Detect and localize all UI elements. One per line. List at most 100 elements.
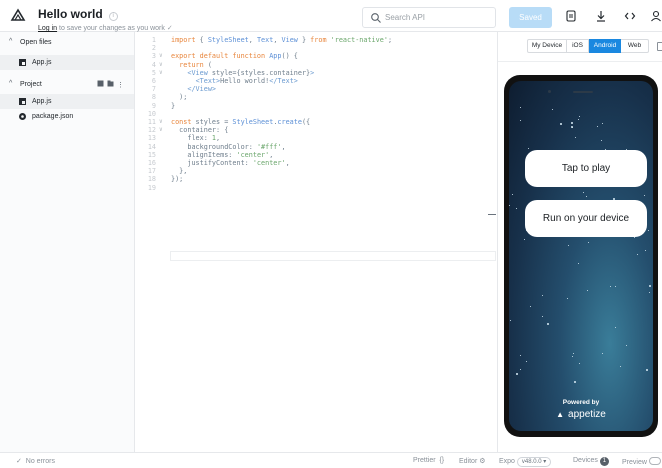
star-decoration — [644, 195, 645, 196]
editor-settings-button[interactable]: Editor ⚙ — [459, 457, 486, 465]
project-title[interactable]: Hello world — [38, 7, 103, 21]
expo-sdk-selector[interactable]: Expo v48.0.0 ▾ — [499, 457, 552, 467]
code-text: alignItems: 'center', — [171, 151, 273, 159]
line-number: 9 — [151, 101, 156, 110]
device-screen[interactable]: Tap to play Run on your device Powered b… — [509, 81, 653, 431]
code-text: backgroundColor: '#fff', — [171, 143, 285, 151]
star-decoration — [579, 116, 580, 117]
line-number: 3 — [151, 52, 156, 61]
file-name: App.js — [32, 98, 52, 105]
star-decoration — [568, 245, 569, 246]
tab-ios[interactable]: iOS — [567, 39, 589, 53]
toggle-switch[interactable] — [648, 457, 661, 465]
line-number: 13 — [147, 134, 156, 143]
device-preview-pane: My Device iOS Android Web Tap to play Ru… — [497, 32, 662, 452]
snack-logo-icon[interactable] — [9, 7, 27, 25]
code-token: import — [171, 36, 196, 44]
search-api-input[interactable]: Search API — [362, 7, 496, 28]
prettier-button[interactable]: Prettier {} — [413, 457, 444, 464]
active-line-highlight — [170, 251, 496, 261]
fold-chevron-icon[interactable]: ∨ — [159, 69, 163, 77]
star-decoration — [572, 127, 573, 128]
login-link[interactable]: Log in — [38, 25, 57, 32]
star-decoration — [516, 373, 518, 375]
fold-chevron-icon[interactable]: ∨ — [159, 126, 163, 134]
new-folder-icon[interactable] — [107, 80, 114, 87]
code-token: style={styles.container} — [207, 68, 311, 77]
code-token: > — [310, 68, 315, 77]
star-decoration — [542, 295, 543, 296]
open-files-header[interactable]: ^ Open files — [0, 35, 135, 51]
star-decoration — [516, 208, 517, 209]
fold-chevron-icon[interactable]: ∨ — [159, 61, 163, 69]
file-js-icon — [19, 98, 26, 105]
download-icon[interactable] — [595, 10, 607, 22]
code-editor[interactable]: 1 import { StyleSheet, Text, View } from … — [136, 32, 497, 452]
tab-my-device[interactable]: My Device — [527, 39, 567, 53]
appetize-text: appetize — [568, 409, 606, 420]
error-status[interactable]: ✓ No errors — [16, 457, 55, 465]
info-icon[interactable]: i — [108, 12, 118, 21]
preview-toggle[interactable]: Preview — [622, 457, 661, 466]
embed-code-icon[interactable] — [624, 10, 636, 22]
code-token: StyleSheet — [207, 36, 249, 44]
expo-version-select[interactable]: v48.0.0 ▾ — [516, 457, 552, 467]
star-decoration — [637, 254, 638, 255]
star-decoration — [601, 140, 602, 141]
code-line: 10 — [136, 110, 497, 118]
star-decoration — [646, 369, 648, 371]
star-decoration — [542, 316, 543, 317]
preview-label: Preview — [622, 459, 647, 466]
star-decoration — [649, 285, 651, 287]
check-icon: ✓ — [166, 25, 173, 32]
devices-button[interactable]: Devices 1 — [573, 457, 609, 466]
project-label: Project — [20, 81, 42, 88]
chevron-up-icon: ^ — [9, 38, 13, 45]
code-text: <Text>Hello world!</Text> — [171, 77, 298, 85]
scrollbar-marker[interactable] — [488, 214, 496, 215]
tab-android[interactable]: Android — [589, 39, 621, 53]
run-on-device-button[interactable]: Run on your device — [525, 200, 647, 237]
star-decoration — [573, 353, 574, 354]
new-file-icon[interactable] — [97, 80, 104, 87]
search-icon — [371, 13, 381, 23]
star-decoration — [510, 320, 511, 321]
code-text: return ( — [171, 61, 212, 69]
line-number: 14 — [147, 142, 156, 151]
fold-chevron-icon[interactable]: ∨ — [159, 52, 163, 60]
fold-chevron-icon[interactable]: ∨ — [159, 118, 163, 126]
device-frame-icon[interactable] — [657, 42, 662, 51]
appetize-logo: ▲ appetize — [509, 409, 653, 420]
star-decoration — [560, 123, 562, 125]
user-icon[interactable] — [650, 10, 662, 22]
star-decoration — [547, 323, 549, 325]
more-options-icon[interactable]: ⋮ — [117, 81, 124, 89]
project-header[interactable]: ^ Project ⋮ — [0, 77, 135, 93]
project-file-package-json[interactable]: package.json — [0, 109, 134, 124]
star-decoration — [509, 205, 510, 206]
qr-code-icon[interactable] — [565, 10, 577, 22]
saved-button[interactable]: Saved — [509, 7, 552, 28]
code-token: </Text> — [269, 77, 298, 85]
phone-frame: Tap to play Run on your device Powered b… — [504, 75, 658, 437]
camera-dot — [548, 90, 551, 93]
code-line: 4 ∨ return ( — [136, 61, 497, 69]
code-token: 'react-native' — [330, 36, 388, 44]
divider — [498, 61, 662, 62]
code-text: import { StyleSheet, Text, View } from '… — [171, 36, 392, 44]
star-decoration — [602, 353, 603, 354]
open-file-app-js[interactable]: App.js — [0, 55, 134, 70]
code-token: const — [171, 118, 192, 126]
tab-web[interactable]: Web — [621, 39, 649, 53]
tap-to-play-button[interactable]: Tap to play — [525, 150, 647, 187]
code-token: ( — [203, 60, 212, 69]
file-sidebar: ^ Open files App.js ^ Project ⋮ App.js p… — [0, 32, 135, 452]
star-decoration — [574, 381, 576, 383]
code-line: 7 </View> — [136, 85, 497, 93]
code-line: 16 justifyContent: 'center', — [136, 159, 497, 167]
star-decoration — [552, 109, 553, 110]
project-file-app-js[interactable]: App.js — [0, 94, 134, 109]
error-status-text: No errors — [25, 458, 55, 465]
